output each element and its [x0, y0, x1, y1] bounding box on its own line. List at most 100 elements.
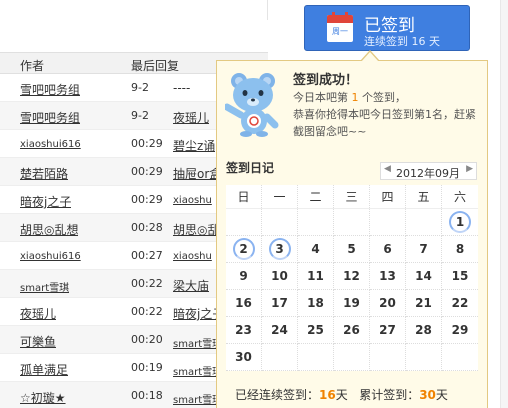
calendar-week: 9 10 11 12 13 14 15 [226, 263, 478, 290]
day-number: 10 [271, 269, 288, 283]
author-link[interactable]: 雪吧吧务组 [20, 81, 80, 98]
day-number: 14 [415, 269, 432, 283]
calendar-icon-text: 周一 [332, 27, 348, 36]
calendar-day: 16 [226, 290, 262, 317]
reply-time: 00:18 [131, 389, 163, 402]
weekday-label: 六 [453, 190, 466, 204]
weekday-label: 三 [334, 185, 370, 208]
author-link[interactable]: 雪吧吧务组 [20, 109, 80, 126]
last-replier-link[interactable]: smart雪琪 [173, 363, 222, 378]
weekday-label: 四 [370, 185, 406, 208]
day-number: 29 [451, 323, 469, 337]
reply-time: 00:29 [131, 137, 163, 150]
calendar-empty-cell [298, 344, 334, 371]
calendar-empty-cell [262, 209, 298, 236]
day-number: 27 [379, 323, 396, 337]
last-reply-column-header: 最后回复 [131, 59, 180, 73]
reply-time: 00:22 [131, 277, 163, 290]
day-number: 11 [307, 269, 324, 283]
author-link[interactable]: 暗夜j之子 [20, 193, 71, 210]
weekday-label: 日 [226, 185, 262, 208]
reply-time: 00:28 [131, 221, 163, 234]
signed-day-number: 3 [268, 238, 291, 260]
author-link[interactable]: 楚若陌路 [20, 165, 68, 182]
calendar-day: 29 [442, 317, 478, 344]
last-replier-link[interactable]: xiaoshu [173, 195, 212, 206]
author-link[interactable]: smart雪琪 [20, 279, 69, 294]
calendar-empty-cell [334, 344, 370, 371]
calendar-day: 8 [442, 236, 478, 263]
calendar-week: 23 4 5 6 7 8 [226, 236, 478, 263]
day-number: 25 [307, 323, 324, 337]
day-number: 23 [235, 323, 252, 337]
calendar-day: 23 [226, 317, 262, 344]
weekday-header: 日一二三四五六 [226, 185, 478, 209]
calendar-day: 1 [442, 209, 478, 236]
author-link[interactable]: xiaoshui616 [20, 251, 81, 262]
day-number: 16 [235, 296, 252, 310]
calendar-day: 4 [298, 236, 334, 263]
continuous-unit: 天 [335, 388, 348, 402]
calendar-week: 30 [226, 344, 478, 371]
weekday-label: 五 [406, 185, 442, 208]
calendar-day: 20 [370, 290, 406, 317]
day-number: 5 [347, 242, 356, 256]
calendar-day: 17 [262, 290, 298, 317]
day-number: 18 [307, 296, 324, 310]
calendar-icon: 周一 [327, 12, 353, 42]
signed-day-number: 1 [449, 211, 471, 233]
page-scrollbar[interactable] [500, 0, 508, 408]
month-label: 2012年09月 [396, 167, 460, 180]
next-month-icon[interactable]: ▶ [466, 164, 473, 174]
day-number: 30 [235, 350, 252, 364]
calendar-empty-cell [298, 209, 334, 236]
author-link[interactable]: 孤单满足 [20, 361, 68, 378]
calendar-week: 23 24 25 26 27 28 29 [226, 317, 478, 344]
calendar-day: 6 [370, 236, 406, 263]
last-replier-link[interactable]: 抽屉or盒 [173, 165, 221, 182]
day-number: 19 [343, 296, 360, 310]
sign-in-button[interactable]: 周一 已签到 连续签到 16 天 [304, 5, 470, 51]
calendar-day: 13 [370, 263, 406, 290]
last-replier-link[interactable]: smart雪琪 [173, 391, 222, 406]
calendar-day: 21 [406, 290, 442, 317]
last-replier-link[interactable]: 梁大庙 [173, 277, 209, 294]
reply-time: 00:29 [131, 165, 163, 178]
calendar-day: 14 [406, 263, 442, 290]
calendar-day: 27 [370, 317, 406, 344]
last-replier-link[interactable]: smart雪琪 [173, 335, 222, 350]
weekday-label: 一 [262, 185, 298, 208]
bear-mascot-icon [225, 73, 279, 137]
month-selector: ◀ 2012年09月 ▶ [380, 162, 477, 180]
calendar-empty-cell [334, 209, 370, 236]
continuous-count: 16 [319, 388, 336, 402]
author-link[interactable]: xiaoshui616 [20, 139, 81, 150]
calendar-day: 19 [334, 290, 370, 317]
calendar-day: 24 [262, 317, 298, 344]
calendar-empty-cell [262, 344, 298, 371]
last-replier-link[interactable]: 夜瑶儿 [173, 109, 209, 126]
last-replier-link: ---- [173, 81, 191, 95]
calendar-day: 5 [334, 236, 370, 263]
day-number: 22 [451, 296, 469, 310]
day-number: 6 [383, 242, 392, 256]
day-number: 12 [343, 269, 360, 283]
author-link[interactable]: 胡思◎乱想 [20, 221, 78, 238]
day-number: 24 [271, 323, 288, 337]
author-link[interactable]: 可樂鱼 [20, 333, 56, 350]
last-replier-link[interactable]: 碧尘z诵 [173, 137, 215, 154]
sign-calendar: 日一二三四五六 1 2 3 4 5 6 7 8 9 10 11 12 13 14 15 16 17 18 19 20 2… [226, 185, 478, 371]
prev-month-icon[interactable]: ◀ [384, 164, 391, 174]
day-number: 4 [311, 242, 320, 256]
reply-time: 00:20 [131, 333, 163, 346]
last-replier-link[interactable]: 胡思◎乱 [173, 221, 219, 238]
calendar-week: 16 17 18 19 20 21 22 [226, 290, 478, 317]
continuous-days-text: 连续签到 16 天 [364, 35, 440, 48]
author-link[interactable]: ☆初璇★ [20, 389, 66, 406]
day-number: 8 [455, 242, 465, 256]
calendar-day: 3 [262, 236, 298, 263]
last-replier-link[interactable]: xiaoshu [173, 251, 212, 262]
author-link[interactable]: 夜瑶儿 [20, 305, 56, 322]
calendar-day: 11 [298, 263, 334, 290]
total-unit: 天 [435, 388, 448, 402]
